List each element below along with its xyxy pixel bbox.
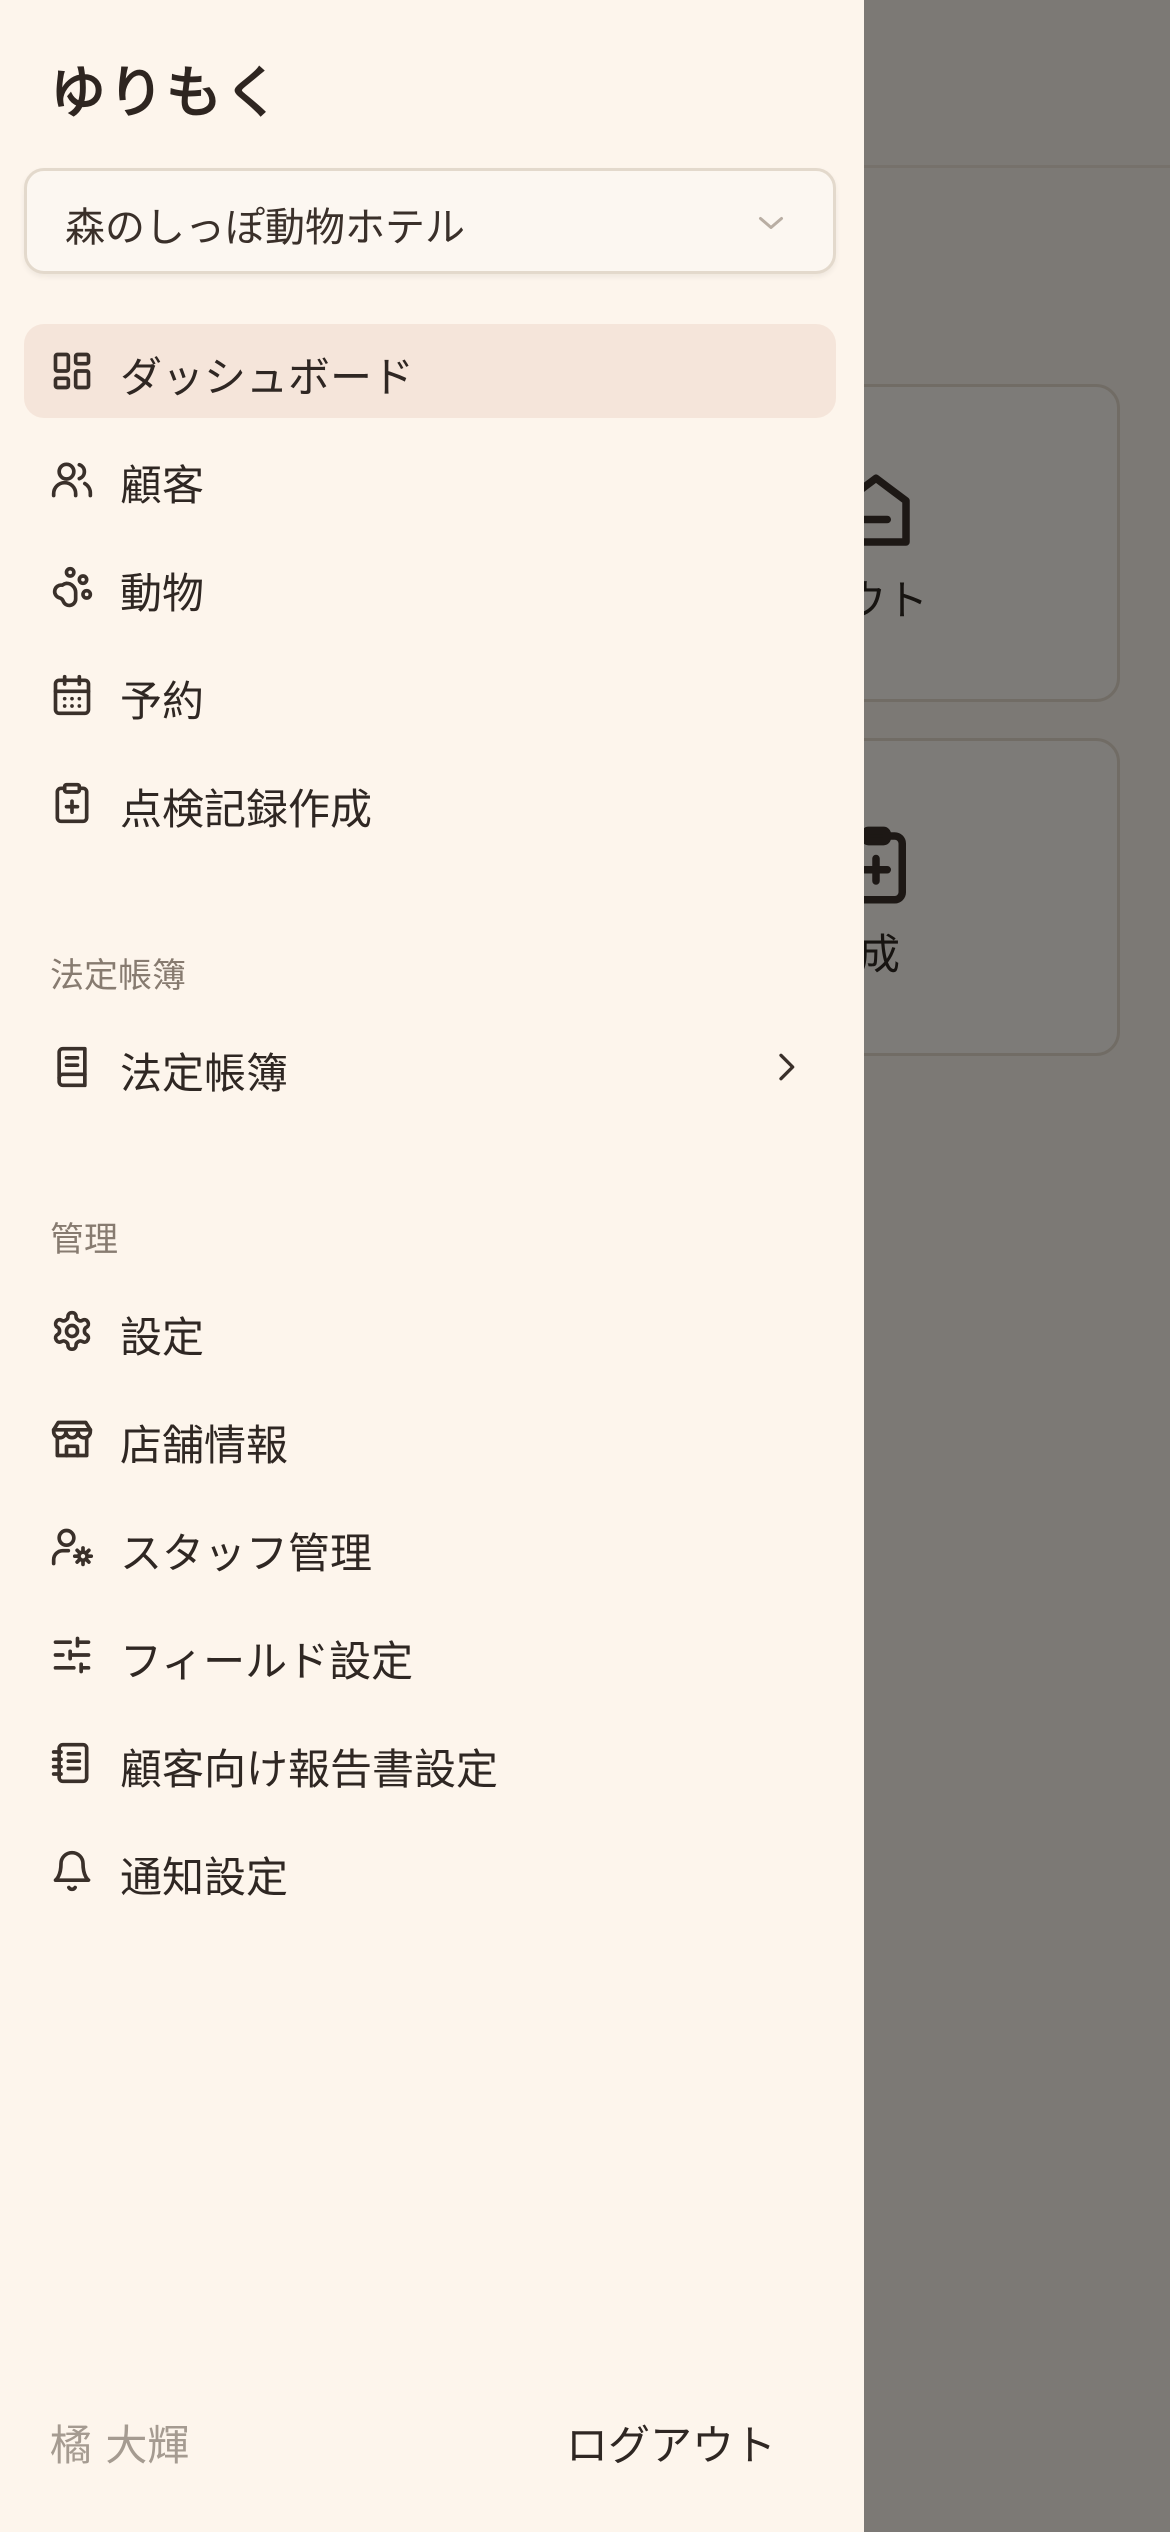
nav-item-label: 動物 (120, 569, 205, 618)
chevron-right-icon (779, 1053, 795, 1081)
nav-item-settings[interactable]: 設定 (24, 1284, 836, 1378)
calendar-icon (53, 674, 91, 716)
nav-item-label: 設定 (120, 1313, 205, 1362)
book-icon (57, 1046, 87, 1088)
nav-item-animals[interactable]: 動物 (24, 540, 836, 634)
nav-item-ledger[interactable]: 法定帳簿 (24, 1020, 836, 1114)
users-icon (51, 462, 93, 498)
nav-item-customers[interactable]: 顧客 (24, 432, 836, 526)
notebook-icon (51, 1742, 89, 1784)
store-select-value: 森のしっぽ動物ホテル (65, 205, 465, 251)
nav-item-label: 顧客 (120, 461, 205, 510)
app-brand: ゆりもく (50, 61, 282, 126)
bell-icon (53, 1850, 91, 1892)
nav-item-field-settings[interactable]: フィールド設定 (24, 1608, 836, 1702)
dashboard-icon (53, 352, 91, 390)
nav-item-staff[interactable]: スタッフ管理 (24, 1500, 836, 1594)
gear-icon (53, 1310, 91, 1351)
nav-item-label: スタッフ管理 (120, 1529, 373, 1578)
nav-item-reservations[interactable]: 予約 (24, 648, 836, 742)
sliders-icon (53, 1636, 91, 1674)
nav-item-label: 予約 (120, 677, 205, 726)
chevron-down-icon (759, 217, 783, 229)
nav-item-label: 法定帳簿 (120, 1049, 289, 1098)
clipboard-plus-icon (55, 782, 89, 824)
nav-item-label: 店舗情報 (120, 1421, 289, 1470)
nav-item-label: 通知設定 (120, 1853, 289, 1902)
nav-item-dashboard[interactable]: ダッシュボード (24, 324, 836, 418)
paw-icon (52, 566, 93, 608)
navigation-drawer: ゆりもく 森のしっぽ動物ホテル ダッシュボード 顧客 動物 予約 点検記録作成 … (0, 0, 864, 2532)
nav-item-customer-report-settings[interactable]: 顧客向け報告書設定 (24, 1716, 836, 1810)
store-select[interactable]: 森のしっぽ動物ホテル (24, 168, 836, 274)
user-cog-icon (51, 1528, 94, 1567)
nav-item-label: 点検記録作成 (120, 785, 373, 834)
nav-item-notification-settings[interactable]: 通知設定 (24, 1824, 836, 1918)
current-user-name: 橘 大輝 (50, 2421, 190, 2470)
nav-item-label: ダッシュボード (120, 353, 415, 402)
nav-item-label: フィールド設定 (120, 1637, 414, 1686)
store-icon (51, 1420, 93, 1458)
section-title-ledger: 法定帳簿 (50, 956, 186, 996)
screen: ン/アウト 録作成 ゆりもく 森のしっぽ動物ホテル ダッシュボード (0, 0, 1170, 2532)
section-title-admin: 管理 (50, 1220, 118, 1260)
nav-item-inspection-record[interactable]: 点検記録作成 (24, 756, 836, 850)
nav-item-label: 顧客向け報告書設定 (120, 1745, 499, 1794)
logout-button[interactable]: ログアウト (566, 2412, 776, 2473)
nav-item-store-info[interactable]: 店舗情報 (24, 1392, 836, 1486)
